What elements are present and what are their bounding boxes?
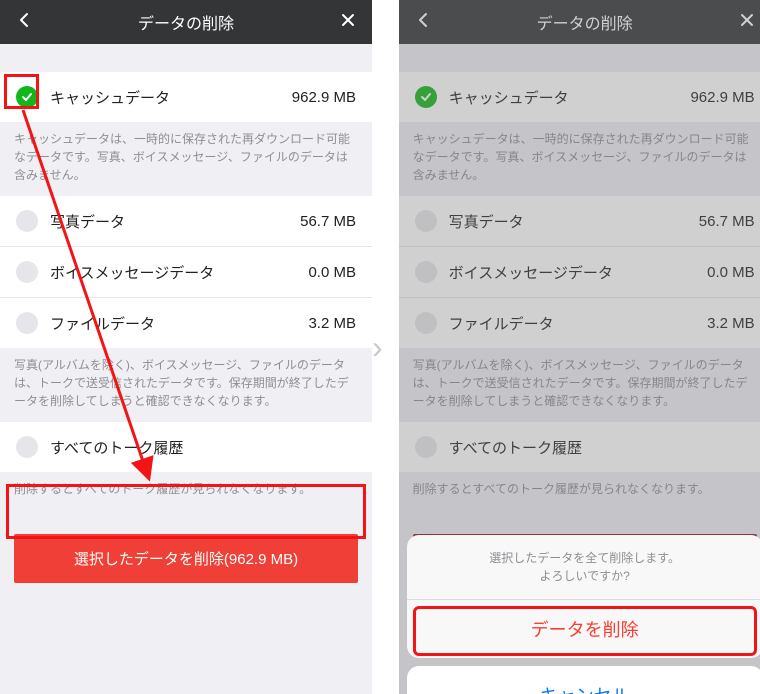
action-sheet: 選択したデータを全て削除します。 よろしいですか? データを削除 キャンセル <box>407 535 760 694</box>
row-label: すべてのトーク履歴 <box>50 437 356 458</box>
delete-selected-button[interactable]: 選択したデータを削除(962.9 MB) <box>14 534 358 583</box>
row-photo[interactable]: 写真データ 56.7 MB <box>0 196 372 246</box>
row-cache[interactable]: キャッシュデータ 962.9 MB <box>0 72 372 122</box>
row-voice[interactable]: ボイスメッセージデータ 0.0 MB <box>0 246 372 297</box>
checkbox-file-icon[interactable] <box>16 312 38 334</box>
desc-history: 削除するとすべてのトーク履歴が見られなくなります。 <box>0 472 372 510</box>
row-size: 0.0 MB <box>308 264 356 281</box>
sheet-delete-button[interactable]: データを削除 <box>407 600 760 658</box>
next-step-chevron-icon: › <box>372 0 383 694</box>
sheet-message-line: よろしいですか? <box>539 569 629 583</box>
sheet-cancel-button[interactable]: キャンセル <box>407 666 760 694</box>
row-label: キャッシュデータ <box>50 87 292 108</box>
sheet-message: 選択したデータを全て削除します。 よろしいですか? <box>407 535 760 600</box>
back-button[interactable] <box>10 12 38 32</box>
row-size: 962.9 MB <box>292 89 356 106</box>
row-history[interactable]: すべてのトーク履歴 <box>0 422 372 472</box>
desc-cache: キャッシュデータは、一時的に保存された再ダウンロード可能なデータです。写真、ボイ… <box>0 122 372 196</box>
checkbox-history-icon[interactable] <box>16 436 38 458</box>
screen-before: データの削除 キャッシュデータ 962.9 MB キャッシュデータは、一時的に保… <box>0 0 372 694</box>
sheet-message-line: 選択したデータを全て削除します。 <box>489 551 680 565</box>
navbar: データの削除 <box>0 0 372 44</box>
desc-media: 写真(アルバムを除く)、ボイスメッセージ、ファイルのデータは、トークで送受信され… <box>0 348 372 422</box>
close-button[interactable] <box>334 12 362 32</box>
row-label: ファイルデータ <box>50 313 308 334</box>
screen-after: データの削除 キャッシュデータ 962.9 MB キャッシュデータは、一時的に保… <box>399 0 760 694</box>
nav-title: データの削除 <box>138 10 234 34</box>
row-label: 写真データ <box>50 211 300 232</box>
row-size: 3.2 MB <box>308 315 356 332</box>
row-size: 56.7 MB <box>300 213 356 230</box>
row-file[interactable]: ファイルデータ 3.2 MB <box>0 297 372 348</box>
checkbox-cache-checked-icon[interactable] <box>16 86 38 108</box>
checkbox-voice-icon[interactable] <box>16 261 38 283</box>
row-label: ボイスメッセージデータ <box>50 262 308 283</box>
checkbox-photo-icon[interactable] <box>16 210 38 232</box>
